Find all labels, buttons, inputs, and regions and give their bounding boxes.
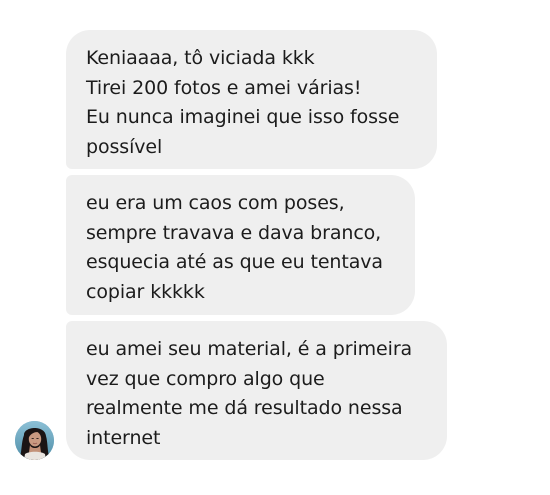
message-bubble-2[interactable]: eu era um caos com poses, sempre travava…	[66, 175, 415, 315]
message-text-line: Eu nunca imaginei que isso fosse	[86, 106, 400, 128]
message-text-line: vez que compro algo que	[86, 367, 325, 390]
message-text-line: sempre travava e dava branco,	[86, 221, 382, 244]
profile-photo-icon	[15, 421, 54, 460]
message-text-line: esquecia até as que eu tentava	[86, 251, 383, 273]
message-text-line: possível	[86, 135, 163, 158]
message-text-line: Keniaaaa, tô viciada kkk	[86, 47, 315, 69]
message-text-line: Tirei 200 fotos e amei várias!	[86, 76, 362, 99]
message-text-line: internet	[86, 426, 161, 449]
chat-thread: Keniaaaa, tô viciada kkk Tirei 200 fotos…	[0, 0, 550, 495]
message-text-line: realmente me dá resultado nessa	[86, 397, 403, 419]
message-text-line: copiar kkkkk	[86, 280, 205, 303]
message-bubble-1[interactable]: Keniaaaa, tô viciada kkk Tirei 200 fotos…	[66, 30, 437, 169]
sender-avatar[interactable]	[15, 421, 54, 460]
message-text-line: eu amei seu material, é a primeira	[86, 338, 413, 360]
message-bubble-3[interactable]: eu amei seu material, é a primeira vez q…	[66, 321, 447, 460]
message-text-line: eu era um caos com poses,	[86, 192, 345, 214]
